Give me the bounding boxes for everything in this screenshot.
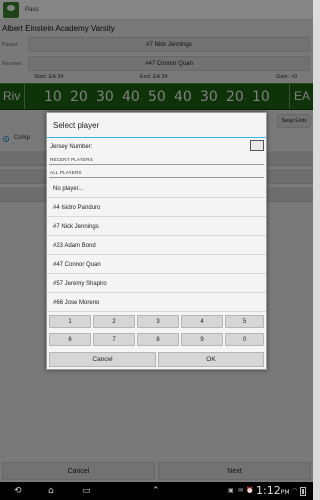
key-6[interactable]: 6 <box>49 333 91 346</box>
player-item-none[interactable]: No player... <box>47 180 266 198</box>
key-7[interactable]: 7 <box>93 333 135 346</box>
back-icon[interactable]: ⟲ <box>14 486 22 496</box>
player-item[interactable]: #23 Adam Bond <box>47 237 266 255</box>
key-5[interactable]: 5 <box>225 315 264 328</box>
clock-time: 1:12 <box>256 484 281 497</box>
wifi-icon: ◠ <box>292 487 298 494</box>
alarm-icon: ⏰ <box>246 487 254 494</box>
key-8[interactable]: 8 <box>137 333 179 346</box>
section-divider <box>49 164 264 165</box>
dialog-ok-button[interactable]: OK <box>158 352 264 367</box>
clock-ampm: PM <box>280 489 290 496</box>
chevron-up-icon[interactable]: ⌃ <box>152 486 160 496</box>
home-icon[interactable]: ⌂ <box>48 486 54 496</box>
key-4[interactable]: 4 <box>181 315 223 328</box>
recent-players-header: RECENT PLAYERS <box>50 157 93 162</box>
jersey-number-label: Jersey Number: <box>50 144 93 150</box>
key-1[interactable]: 1 <box>49 315 91 328</box>
key-2[interactable]: 2 <box>93 315 135 328</box>
mail-icon: ✉ <box>238 487 244 494</box>
player-item[interactable]: #57 Jeremy Shapiro <box>47 275 266 293</box>
jersey-number-input[interactable] <box>250 140 264 151</box>
image-notification-icon: ▣ <box>228 487 234 494</box>
select-player-dialog: Select player Jersey Number: RECENT PLAY… <box>46 112 267 370</box>
key-3[interactable]: 3 <box>137 315 179 328</box>
recent-apps-icon[interactable]: ▭ <box>82 486 91 496</box>
dialog-cancel-button[interactable]: Cancel <box>49 352 156 367</box>
player-item[interactable]: #4 Isidro Panduro <box>47 199 266 217</box>
player-item[interactable]: #47 Connor Quan <box>47 256 266 274</box>
key-9[interactable]: 9 <box>181 333 223 346</box>
title-divider <box>47 137 266 138</box>
battery-icon <box>300 487 306 496</box>
all-players-header: ALL PLAYERS <box>50 170 82 175</box>
key-0[interactable]: 0 <box>225 333 264 346</box>
dialog-title: Select player <box>53 121 100 130</box>
system-navigation-bar: ⟲ ⌂ ▭ ⌃ ▣ ✉ ⏰ 1:12PM ◠ <box>0 482 313 500</box>
player-item[interactable]: #7 Nick Jennings <box>47 218 266 236</box>
section-divider <box>49 177 264 178</box>
clock: 1:12PM <box>256 484 290 497</box>
player-item[interactable]: #66 Jose Moreno <box>47 294 266 312</box>
